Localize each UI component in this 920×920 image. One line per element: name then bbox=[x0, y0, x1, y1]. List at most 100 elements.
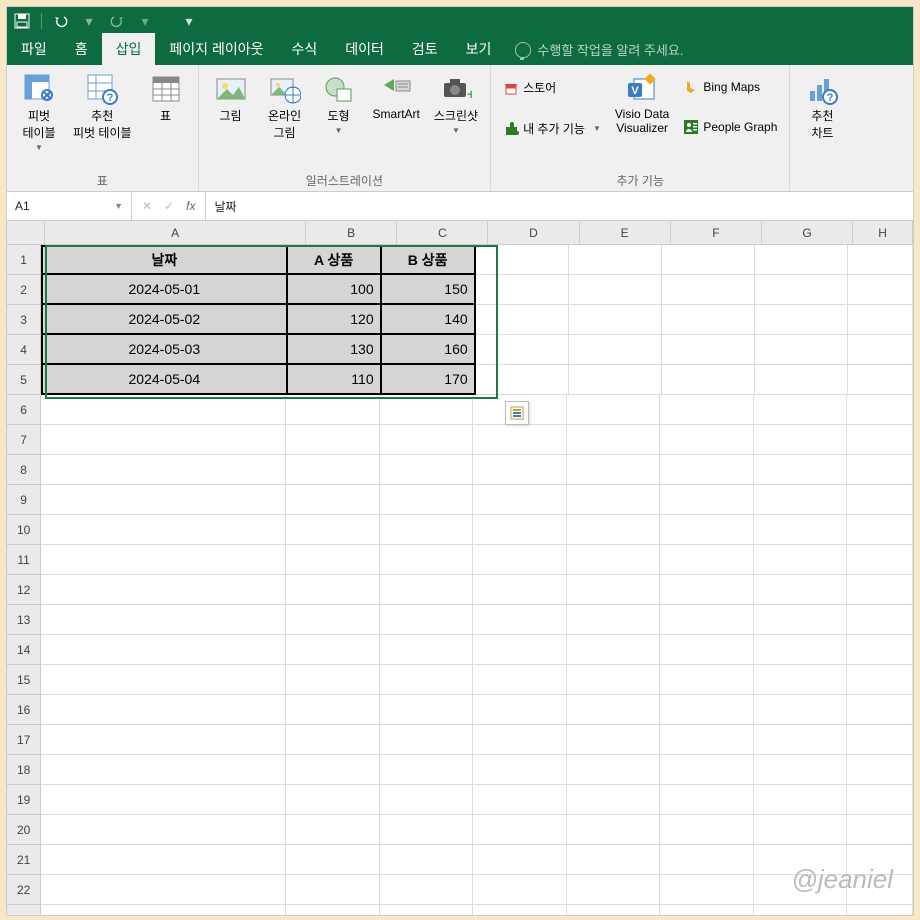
cell[interactable] bbox=[660, 425, 754, 455]
cell[interactable] bbox=[473, 785, 567, 815]
my-addins-button[interactable]: 내 추가 기능▼ bbox=[499, 118, 605, 139]
cell[interactable] bbox=[847, 575, 913, 605]
cell[interactable] bbox=[848, 365, 913, 395]
tab-insert[interactable]: 삽입 bbox=[102, 33, 156, 65]
picture-button[interactable]: 그림 bbox=[207, 71, 255, 126]
cell[interactable] bbox=[567, 395, 661, 425]
cell[interactable] bbox=[41, 725, 286, 755]
cell[interactable] bbox=[755, 305, 848, 335]
cell[interactable] bbox=[380, 395, 474, 425]
cell[interactable] bbox=[41, 785, 286, 815]
row-header[interactable]: 3 bbox=[7, 305, 41, 335]
row-header[interactable]: 9 bbox=[7, 485, 41, 515]
rec-charts-button[interactable]: ?추천 차트 bbox=[798, 71, 846, 143]
cell[interactable] bbox=[754, 605, 848, 635]
cell[interactable] bbox=[848, 335, 913, 365]
undo-icon[interactable] bbox=[52, 12, 70, 30]
cell[interactable]: 110 bbox=[288, 365, 382, 395]
row-header[interactable]: 13 bbox=[7, 605, 41, 635]
row-header[interactable]: 23 bbox=[7, 905, 41, 915]
cell[interactable] bbox=[286, 725, 380, 755]
cell[interactable] bbox=[848, 305, 913, 335]
cell[interactable] bbox=[41, 635, 286, 665]
fx-icon[interactable]: fx bbox=[186, 199, 195, 213]
cell[interactable] bbox=[380, 905, 474, 915]
cell[interactable] bbox=[380, 845, 474, 875]
row-header[interactable]: 5 bbox=[7, 365, 41, 395]
cell[interactable] bbox=[473, 875, 567, 905]
store-button[interactable]: 스토어 bbox=[499, 77, 605, 98]
cell[interactable] bbox=[286, 875, 380, 905]
cell[interactable] bbox=[847, 545, 913, 575]
cell[interactable]: 2024-05-02 bbox=[41, 305, 288, 335]
cell[interactable] bbox=[286, 695, 380, 725]
row-header[interactable]: 12 bbox=[7, 575, 41, 605]
cell[interactable] bbox=[567, 575, 661, 605]
cell[interactable] bbox=[476, 335, 569, 365]
cell[interactable] bbox=[476, 365, 569, 395]
cell[interactable] bbox=[473, 635, 567, 665]
cell[interactable] bbox=[286, 515, 380, 545]
cell[interactable]: 140 bbox=[382, 305, 476, 335]
cell[interactable] bbox=[473, 755, 567, 785]
table-button[interactable]: 표 bbox=[142, 71, 190, 126]
cell[interactable] bbox=[476, 305, 569, 335]
cell[interactable] bbox=[847, 785, 913, 815]
cell[interactable] bbox=[286, 845, 380, 875]
qat-customize-icon[interactable]: ▾ bbox=[180, 12, 198, 30]
row-header[interactable]: 1 bbox=[7, 245, 41, 275]
col-header-h[interactable]: H bbox=[853, 221, 913, 245]
cell[interactable] bbox=[569, 275, 662, 305]
cell[interactable] bbox=[754, 725, 848, 755]
cell[interactable] bbox=[380, 605, 474, 635]
cell[interactable] bbox=[473, 485, 567, 515]
cell[interactable] bbox=[473, 425, 567, 455]
cell[interactable] bbox=[569, 365, 662, 395]
cell[interactable] bbox=[754, 875, 848, 905]
row-header[interactable]: 2 bbox=[7, 275, 41, 305]
cell[interactable] bbox=[473, 545, 567, 575]
row-header[interactable]: 8 bbox=[7, 455, 41, 485]
cell[interactable] bbox=[848, 275, 913, 305]
cell[interactable] bbox=[847, 725, 913, 755]
cell[interactable] bbox=[569, 305, 662, 335]
row-header[interactable]: 4 bbox=[7, 335, 41, 365]
cell[interactable]: 100 bbox=[288, 275, 382, 305]
name-box[interactable]: A1▼ bbox=[7, 192, 132, 220]
cell[interactable] bbox=[662, 365, 755, 395]
spreadsheet-grid[interactable]: A B C D E F G H 1날짜A 상품B 상품22024-05-0110… bbox=[7, 221, 913, 915]
cell[interactable] bbox=[567, 425, 661, 455]
cell[interactable] bbox=[380, 785, 474, 815]
cell[interactable] bbox=[660, 455, 754, 485]
cell[interactable] bbox=[567, 455, 661, 485]
cell[interactable] bbox=[569, 245, 662, 275]
cell[interactable] bbox=[473, 845, 567, 875]
cell[interactable]: 2024-05-01 bbox=[41, 275, 288, 305]
cell[interactable] bbox=[660, 545, 754, 575]
tab-file[interactable]: 파일 bbox=[7, 33, 61, 65]
cell[interactable] bbox=[476, 275, 569, 305]
cell[interactable] bbox=[754, 845, 848, 875]
cell[interactable] bbox=[567, 755, 661, 785]
cell[interactable] bbox=[567, 815, 661, 845]
cell[interactable]: 170 bbox=[382, 365, 476, 395]
row-header[interactable]: 16 bbox=[7, 695, 41, 725]
cell[interactable] bbox=[286, 545, 380, 575]
cell[interactable] bbox=[41, 485, 286, 515]
cell[interactable] bbox=[567, 875, 661, 905]
cell[interactable] bbox=[567, 605, 661, 635]
cell[interactable] bbox=[755, 335, 848, 365]
cell[interactable] bbox=[380, 695, 474, 725]
row-header[interactable]: 6 bbox=[7, 395, 41, 425]
screenshot-button[interactable]: +스크린샷▼ bbox=[430, 71, 482, 137]
select-all-corner[interactable] bbox=[7, 221, 45, 245]
cell[interactable] bbox=[473, 695, 567, 725]
cell[interactable] bbox=[754, 515, 848, 545]
cell[interactable] bbox=[41, 875, 286, 905]
cell[interactable] bbox=[662, 245, 755, 275]
cell[interactable] bbox=[660, 605, 754, 635]
cell[interactable] bbox=[662, 275, 755, 305]
formula-enter-icon[interactable]: ✓ bbox=[164, 199, 174, 213]
cell[interactable] bbox=[847, 845, 913, 875]
cell[interactable] bbox=[754, 545, 848, 575]
